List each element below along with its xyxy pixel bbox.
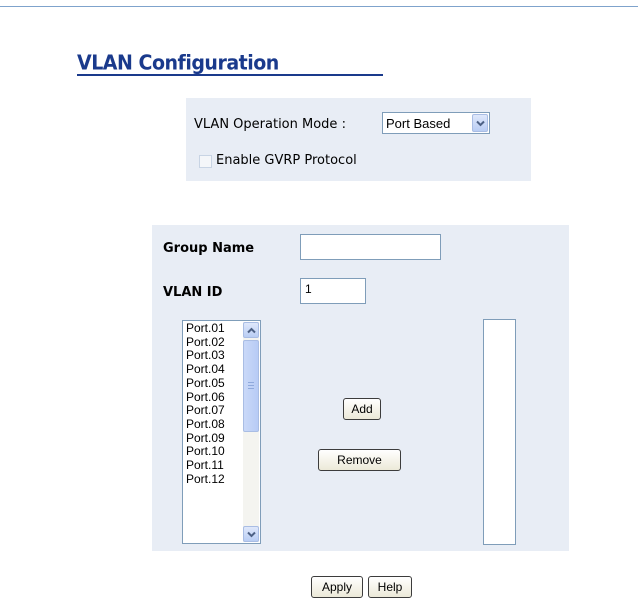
gvrp-label: Enable GVRP Protocol xyxy=(216,153,357,168)
port-items: Port.01 Port.02 Port.03 Port.04 Port.05 … xyxy=(186,321,225,487)
top-divider xyxy=(0,6,638,7)
list-item[interactable]: Port.11 xyxy=(186,458,225,473)
chevron-up-icon xyxy=(247,327,256,334)
chevron-down-icon[interactable] xyxy=(472,114,488,132)
list-item[interactable]: Port.07 xyxy=(186,404,225,418)
group-name-label: Group Name xyxy=(163,241,255,256)
list-item[interactable]: Port.06 xyxy=(186,390,225,405)
list-item[interactable]: Port.12 xyxy=(186,472,225,487)
vlan-id-label: VLAN ID xyxy=(163,285,223,300)
page-title: VLAN Configuration xyxy=(77,51,279,75)
vlan-id-input[interactable]: 1 xyxy=(300,278,366,304)
member-ports-list[interactable] xyxy=(483,319,516,545)
port-list-scrollbar[interactable] xyxy=(243,322,259,542)
grip-line xyxy=(248,385,254,386)
list-item[interactable]: Port.02 xyxy=(186,335,225,350)
list-item[interactable]: Port.08 xyxy=(186,417,225,432)
list-item[interactable]: Port.03 xyxy=(186,349,225,363)
group-panel: Group Name VLAN ID 1 Port.01 Port.02 Por… xyxy=(152,225,569,551)
page: VLAN Configuration VLAN Operation Mode :… xyxy=(0,0,638,612)
list-item[interactable]: Port.01 xyxy=(186,321,225,336)
list-item[interactable]: Port.09 xyxy=(186,431,225,446)
group-name-input[interactable] xyxy=(300,234,441,260)
title-underline xyxy=(77,74,383,76)
list-item[interactable]: Port.10 xyxy=(186,445,225,459)
help-button[interactable]: Help xyxy=(368,576,412,598)
vlan-mode-label: VLAN Operation Mode : xyxy=(194,117,346,132)
add-button[interactable]: Add xyxy=(343,398,381,420)
available-ports-list[interactable]: Port.01 Port.02 Port.03 Port.04 Port.05 … xyxy=(182,320,261,544)
vlan-mode-selected-value: Port Based xyxy=(386,116,451,131)
grip-line xyxy=(248,388,254,389)
scroll-thumb[interactable] xyxy=(243,340,259,432)
mode-panel: VLAN Operation Mode : Port Based Enable … xyxy=(186,98,531,181)
apply-button[interactable]: Apply xyxy=(311,576,363,598)
chevron-down-icon xyxy=(247,531,256,538)
list-item[interactable]: Port.04 xyxy=(186,362,225,377)
scroll-down-button[interactable] xyxy=(243,526,259,542)
vlan-mode-select[interactable]: Port Based xyxy=(382,112,490,134)
scroll-up-button[interactable] xyxy=(243,322,259,338)
list-item[interactable]: Port.05 xyxy=(186,376,225,391)
grip-line xyxy=(248,382,254,383)
gvrp-checkbox[interactable] xyxy=(199,155,212,168)
remove-button[interactable]: Remove xyxy=(318,449,401,471)
